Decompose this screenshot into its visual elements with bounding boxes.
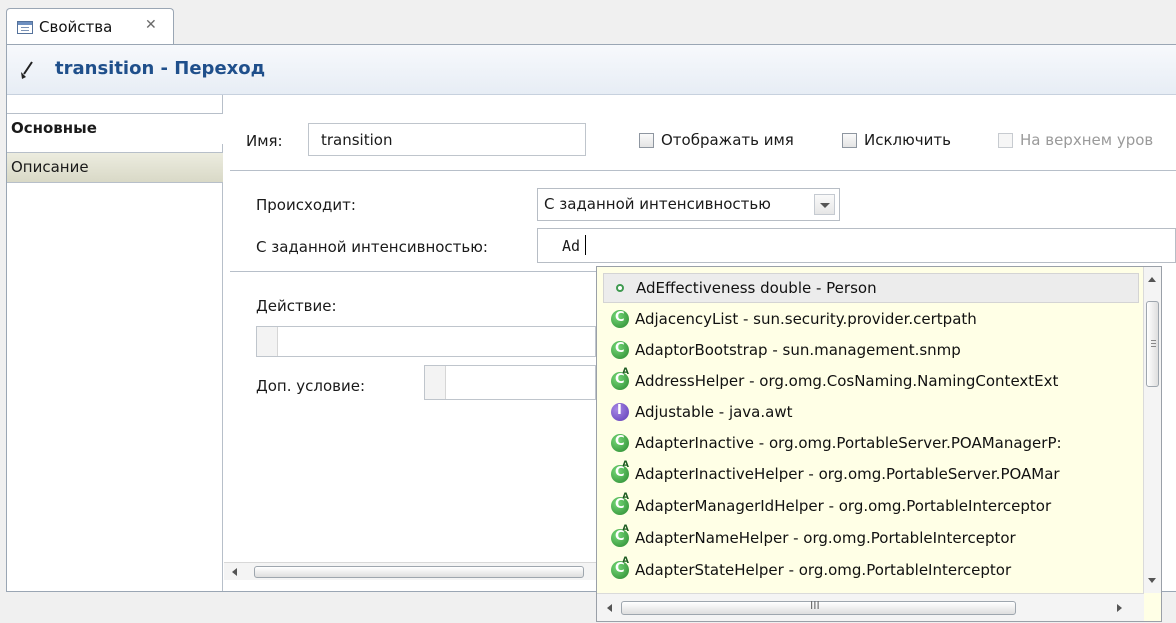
show-name-label: Отображать имя [661,131,794,149]
properties-tab-label: Свойства [39,18,113,36]
separator [230,170,1176,171]
abstract-class-icon [611,556,629,579]
show-name-checkbox[interactable] [639,133,654,148]
occurs-combobox[interactable]: С заданной интенсивностью [537,188,840,221]
rate-label: С заданной интенсивностью: [256,238,488,256]
form-horizontal-scrollbar[interactable] [224,562,596,580]
name-input-value: transition [321,131,393,149]
scrollbar-thumb[interactable] [254,566,584,578]
scroll-left-icon[interactable] [232,568,237,576]
scrollbar-thumb[interactable]: III [621,599,1016,615]
occurs-combobox-value: С заданной интенсивностью [544,195,771,213]
list-item[interactable]: AdapterNameHelper - org.omg.PortableInte… [603,524,1139,554]
exclude-label: Исключить [864,131,951,149]
scroll-up-icon[interactable] [1148,277,1156,282]
list-item[interactable]: AdapterInactive - org.omg.PortableServer… [603,429,1139,459]
list-item[interactable]: AdjacencyList - sun.security.provider.ce… [603,305,1139,335]
field-icon [616,284,624,292]
view-tab-bar: Свойства ✕ [0,0,1176,45]
chevron-down-icon[interactable] [814,194,835,215]
section-tabs: Основные Описание [7,95,223,591]
interface-icon [611,403,629,421]
class-icon [611,341,629,359]
text-caret [585,235,586,255]
condition-label: Доп. условие: [256,377,365,395]
properties-view-tab[interactable]: Свойства ✕ [6,8,174,45]
scroll-right-icon[interactable] [1117,604,1122,612]
autocomplete-popup: AdEffectiveness double - Person Adjacenc… [596,266,1162,622]
list-item[interactable]: AdaptorBootstrap - sun.management.snmp [603,336,1139,366]
condition-input[interactable] [424,365,596,400]
occurs-label: Происходит: [256,196,356,214]
properties-icon [17,21,33,34]
properties-header: transition - Переход [7,45,1176,95]
popup-vertical-scrollbar[interactable] [1143,267,1161,593]
action-label: Действие: [256,297,337,315]
tab-main[interactable]: Основные [7,113,223,144]
top-level-checkbox[interactable] [998,133,1013,148]
rate-expression-value: Ad [562,237,581,255]
abstract-class-icon [611,524,629,547]
class-icon [611,434,629,452]
rate-expression-input[interactable]: Ad [537,228,1176,263]
list-item[interactable]: AdapterStateHelper - org.omg.PortableInt… [603,556,1139,586]
name-label: Имя: [246,132,283,150]
tab-description[interactable]: Описание [7,152,223,183]
scroll-left-icon[interactable] [607,604,612,612]
exclude-checkbox[interactable] [842,133,857,148]
scroll-down-icon[interactable] [1148,578,1156,583]
popup-horizontal-scrollbar[interactable]: III [597,593,1144,621]
list-item[interactable]: Adjustable - java.awt [603,398,1139,428]
list-item[interactable]: AdapterManagerIdHelper - org.omg.Portabl… [603,492,1139,522]
abstract-class-icon [611,367,629,390]
close-icon[interactable]: ✕ [145,17,157,33]
action-input[interactable] [256,326,596,357]
scrollbar-grip: III [810,599,820,612]
list-item[interactable]: AdEffectiveness double - Person [603,273,1139,303]
top-level-label: На верхнем уров [1020,131,1154,149]
abstract-class-icon [611,460,629,483]
list-item[interactable]: AdapterInactiveHelper - org.omg.Portable… [603,460,1139,490]
class-icon [611,310,629,328]
abstract-class-icon [611,492,629,515]
scrollbar-thumb[interactable] [1146,301,1159,387]
name-input[interactable]: transition [308,123,586,156]
separator [230,271,596,272]
list-item[interactable]: AddressHelper - org.omg.CosNaming.Naming… [603,367,1139,397]
page-title: transition - Переход [55,58,266,79]
transition-arrow-icon [21,61,33,79]
